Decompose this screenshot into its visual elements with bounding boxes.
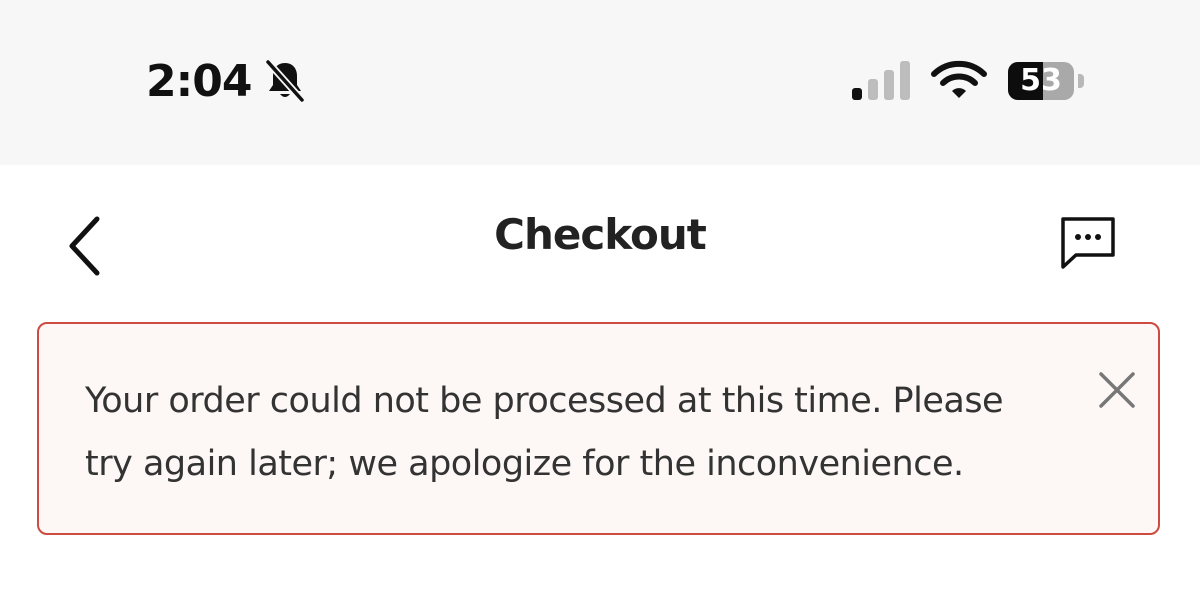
signal-bar (900, 61, 910, 100)
error-banner: Your order could not be processed at thi… (37, 322, 1160, 535)
signal-bar (884, 70, 894, 100)
status-bar: 2:04 53 (0, 0, 1200, 165)
status-time: 2:04 (146, 56, 252, 107)
cellular-signal-icon (852, 61, 910, 100)
close-icon[interactable] (1095, 368, 1139, 412)
battery-nub (1078, 74, 1084, 88)
page-title: Checkout (494, 210, 707, 259)
error-message: Your order could not be processed at thi… (85, 381, 1004, 484)
signal-bar (852, 88, 862, 100)
battery-icon: 53 (1008, 62, 1074, 100)
chat-bubble-dots-icon[interactable] (1056, 213, 1120, 273)
header: Checkout (0, 165, 1200, 310)
battery-percentage: 53 (1020, 63, 1062, 98)
wifi-icon (931, 60, 987, 98)
bell-slash-icon (265, 59, 305, 103)
signal-bar (868, 79, 878, 100)
